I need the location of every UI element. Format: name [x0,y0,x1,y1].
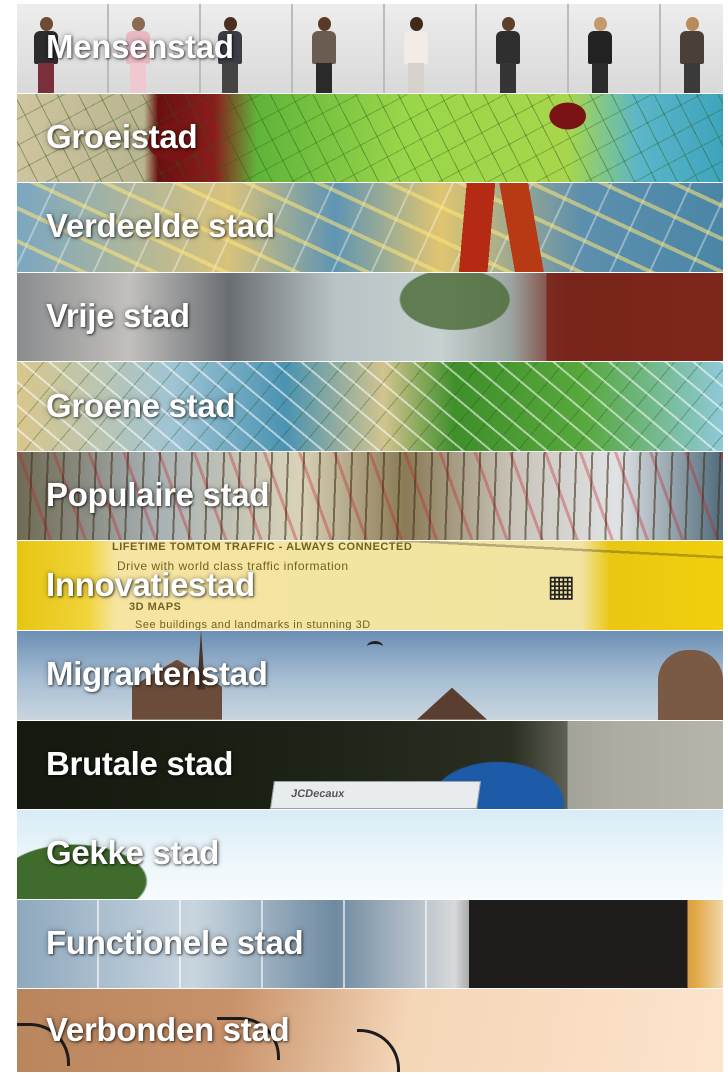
banner-label: Mensenstad [46,28,234,66]
banner-verbonden-stad[interactable]: Verbonden stad [17,989,723,1072]
banner-label: Innovatiestad [46,565,255,603]
sign-text: LIFETIME TOMTOM TRAFFIC - ALWAYS CONNECT… [112,541,413,554]
banner-label: Verdeelde stad [46,207,275,245]
banner-groene-stad[interactable]: Groene stad [17,362,723,452]
person-figure [493,16,523,93]
banner-label: Vrije stad [46,297,190,335]
banner-label: Brutale stad [46,745,234,783]
banner-populaire-stad[interactable]: Populaire stad [17,451,723,542]
banner-innovatiestad[interactable]: LIFETIME TOMTOM TRAFFIC - ALWAYS CONNECT… [17,541,723,632]
banner-verdeelde-stad[interactable]: Verdeelde stad [17,183,723,273]
person-figure [401,16,431,93]
banner-label: Migrantenstad [46,655,268,693]
bird-icon [367,641,383,652]
billboard: JCDecaux [270,781,481,810]
banner-migrantenstad[interactable]: Migrantenstad [17,631,723,721]
banner-functionele-stad[interactable]: Functionele stad [17,899,723,990]
banner-label: Verbonden stad [46,1010,290,1048]
person-figure [585,16,615,93]
banner-label: Groeistad [46,118,198,156]
banner-gekke-stad[interactable]: Gekke stad [17,810,723,900]
billboard-text: JCDecaux [290,788,346,801]
banner-label: Functionele stad [46,924,304,962]
person-figure [677,16,707,93]
banner-label: Gekke stad [46,834,220,872]
banner-label: Populaire stad [46,476,270,514]
banner-label: Groene stad [46,386,236,424]
roof-shape [417,687,487,720]
banner-groeistad[interactable]: Groeistad [17,93,723,184]
person-figure [309,16,339,93]
banner-vrije-stad[interactable]: Vrije stad [17,272,723,363]
banner-brutale-stad[interactable]: JCDecaux Brutale stad [17,720,723,811]
tower-shape [658,649,723,720]
banner-mensenstad[interactable]: Mensenstad [17,4,723,94]
city-menu: Mensenstad Groeistad Verdeelde stad Vrij… [17,4,723,1072]
lamp-icon [357,1029,400,1072]
cube-icon: ▦ [547,570,576,604]
sign-text: See buildings and landmarks in stunning … [135,619,371,632]
